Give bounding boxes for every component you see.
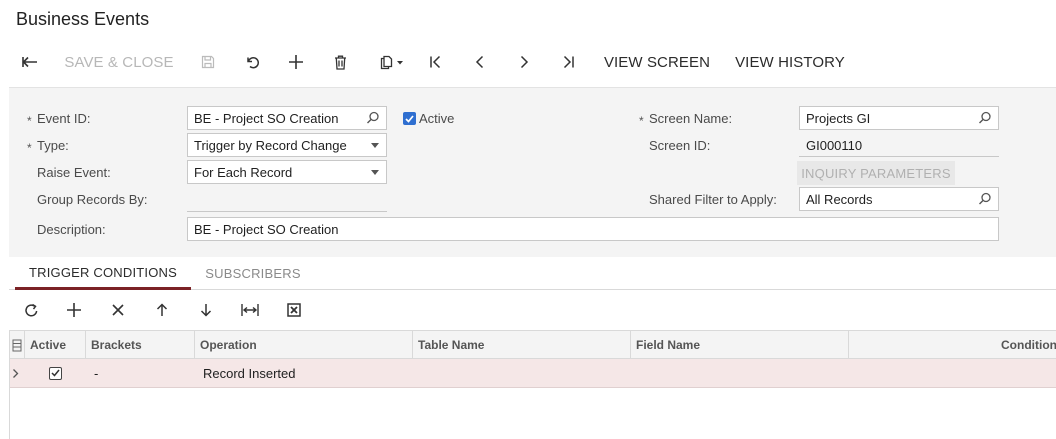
screen-name-label: Screen Name:	[649, 111, 733, 126]
active-checkbox[interactable]	[403, 112, 416, 125]
column-header-operation[interactable]: Operation	[195, 331, 413, 359]
copy-paste-menu-button[interactable]	[372, 44, 412, 80]
description-field[interactable]: BE - Project SO Creation	[187, 217, 999, 241]
main-toolbar: SAVE & CLOSE VIEW SCREEN VIEW HISTORY	[0, 44, 1056, 80]
type-label: Type:	[37, 138, 69, 153]
description-label: Description:	[37, 222, 106, 237]
last-page-icon	[563, 55, 574, 69]
next-record-button[interactable]	[510, 44, 538, 80]
plus-icon	[289, 55, 303, 69]
refresh-button[interactable]	[18, 296, 44, 324]
raise-event-value: For Each Record	[194, 164, 293, 180]
row-field-name-cell[interactable]	[631, 359, 849, 387]
required-marker: *	[27, 141, 32, 155]
search-icon[interactable]	[366, 111, 380, 125]
checkmark-icon	[405, 114, 414, 123]
active-label: Active	[419, 111, 455, 126]
chevron-down-icon	[371, 143, 379, 148]
grid-header: Active Brackets Operation Table Name Fie…	[10, 330, 1056, 359]
tab-bar: TRIGGER CONDITIONS SUBSCRIBERS	[9, 257, 1056, 290]
copy-paste-icon	[380, 55, 403, 69]
shared-filter-label: Shared Filter to Apply:	[649, 192, 777, 207]
table-row[interactable]: - Record Inserted	[10, 359, 1056, 388]
column-header-table-name[interactable]: Table Name	[413, 331, 631, 359]
screen-id-value: GI000110	[806, 138, 863, 153]
row-active-checkbox[interactable]	[49, 366, 62, 380]
raise-event-label: Raise Event:	[37, 165, 111, 180]
page-title: Business Events	[16, 9, 150, 29]
fit-columns-button[interactable]	[237, 296, 263, 324]
shared-filter-value: All Records	[806, 191, 873, 207]
undo-icon	[247, 57, 259, 69]
shared-filter-field[interactable]: All Records	[799, 187, 999, 211]
refresh-icon	[24, 303, 37, 316]
screen-name-value: Projects GI	[806, 110, 871, 126]
event-id-value: BE - Project SO Creation	[194, 110, 339, 126]
summary-form: * Event ID: BE - Project SO Creation * T…	[9, 87, 1056, 257]
row-operation-cell[interactable]: Record Inserted	[195, 359, 413, 387]
group-records-by-label: Group Records By:	[37, 192, 148, 207]
fit-columns-icon	[241, 304, 259, 316]
row-condition-cell[interactable]	[849, 359, 1056, 387]
trash-icon	[334, 55, 346, 70]
export-excel-button[interactable]	[281, 296, 307, 324]
back-arrow-icon	[22, 56, 37, 68]
move-down-button[interactable]	[193, 296, 219, 324]
type-select[interactable]: Trigger by Record Change	[187, 133, 387, 157]
column-header-field-name[interactable]: Field Name	[631, 331, 849, 359]
save-icon	[201, 55, 215, 69]
row-selector[interactable]	[10, 359, 25, 387]
event-id-field[interactable]: BE - Project SO Creation	[187, 106, 387, 130]
column-header-active[interactable]: Active	[25, 331, 86, 359]
view-history-button[interactable]: VIEW HISTORY	[730, 44, 850, 80]
description-value: BE - Project SO Creation	[194, 221, 339, 237]
type-value: Trigger by Record Change	[194, 137, 347, 153]
move-up-button[interactable]	[149, 296, 175, 324]
column-config-icon	[12, 339, 22, 351]
search-icon[interactable]	[978, 111, 992, 125]
screen-name-field[interactable]: Projects GI	[799, 106, 999, 130]
save-button[interactable]	[194, 44, 222, 80]
trigger-conditions-grid: Active Brackets Operation Table Name Fie…	[9, 330, 1056, 439]
previous-record-button[interactable]	[466, 44, 494, 80]
column-header-brackets[interactable]: Brackets	[86, 331, 195, 359]
plus-icon	[67, 303, 81, 317]
inquiry-parameters-button[interactable]: INQUIRY PARAMETERS	[797, 161, 955, 185]
checkmark-icon	[51, 369, 60, 377]
add-button[interactable]	[282, 44, 310, 80]
column-config-button[interactable]	[10, 331, 25, 359]
view-screen-button[interactable]: VIEW SCREEN	[600, 44, 714, 80]
column-header-condition[interactable]: Condition	[849, 331, 1056, 359]
row-active-cell[interactable]	[25, 359, 86, 387]
undo-button[interactable]	[238, 44, 266, 80]
event-id-label: Event ID:	[37, 111, 91, 126]
delete-button[interactable]	[326, 44, 354, 80]
raise-event-select[interactable]: For Each Record	[187, 160, 387, 184]
tab-subscribers[interactable]: SUBSCRIBERS	[195, 257, 311, 290]
arrow-down-icon	[200, 304, 212, 317]
add-row-button[interactable]	[61, 296, 87, 324]
last-record-button[interactable]	[554, 44, 582, 80]
tab-trigger-conditions[interactable]: TRIGGER CONDITIONS	[15, 257, 191, 290]
first-page-icon	[430, 55, 441, 69]
back-button[interactable]	[16, 44, 44, 80]
group-records-by-field[interactable]	[187, 211, 387, 212]
save-close-button[interactable]: SAVE & CLOSE	[58, 44, 180, 80]
row-table-name-cell[interactable]	[413, 359, 631, 387]
chevron-right-icon	[13, 368, 19, 378]
excel-export-icon	[287, 303, 301, 317]
search-icon[interactable]	[978, 192, 992, 206]
row-brackets-cell[interactable]: -	[86, 359, 195, 387]
chevron-down-icon	[371, 170, 379, 175]
screen-id-underline	[799, 156, 999, 157]
screen-id-label: Screen ID:	[649, 138, 711, 153]
required-marker: *	[27, 114, 32, 128]
required-marker: *	[639, 114, 644, 128]
first-record-button[interactable]	[422, 44, 450, 80]
arrow-up-icon	[156, 303, 168, 316]
next-icon	[520, 55, 529, 69]
previous-icon	[475, 55, 484, 69]
delete-row-button[interactable]	[105, 296, 131, 324]
close-icon	[112, 304, 124, 316]
